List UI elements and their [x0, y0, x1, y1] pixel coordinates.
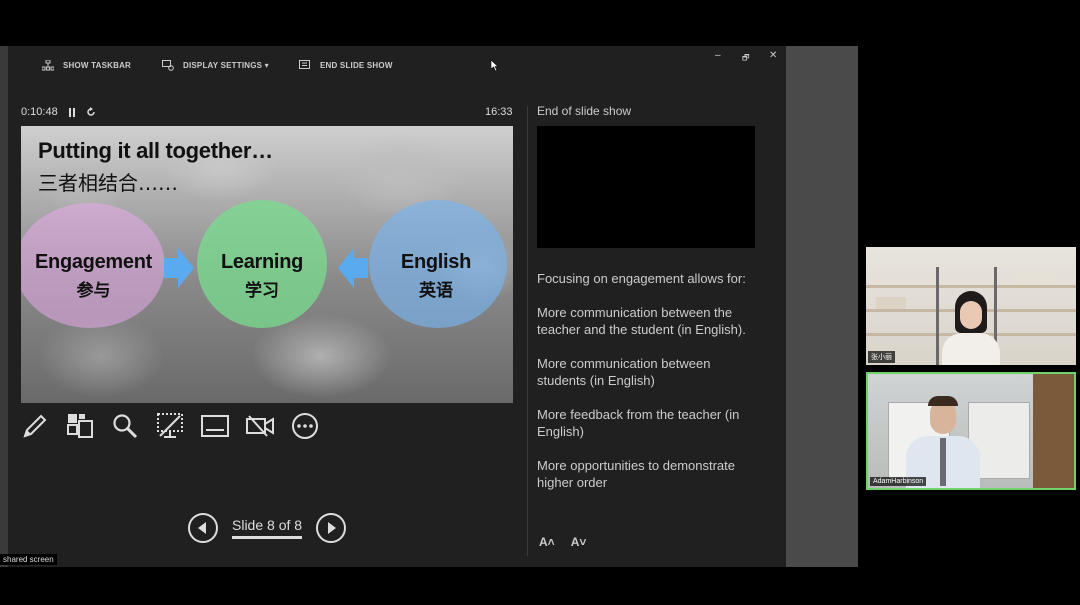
wooden-door — [1033, 374, 1074, 488]
person-body — [942, 333, 1000, 365]
more-options-icon — [292, 413, 318, 439]
english-label-zh: 英语 — [419, 281, 453, 301]
person-face — [960, 301, 982, 329]
note-line: More communication between students (in … — [537, 356, 711, 388]
end-slide-show-icon — [299, 60, 310, 69]
note-line: More opportunities to demonstrate higher… — [537, 458, 735, 490]
elapsed-time: 0:10:48 — [21, 106, 58, 118]
previous-slide-button[interactable] — [188, 513, 218, 543]
slide-title: Putting it all together… — [38, 138, 273, 163]
participant-video-2[interactable]: AdamHarbinson — [866, 372, 1076, 490]
end-slide-show-button[interactable]: END SLIDE SHOW — [299, 60, 393, 71]
increase-font-button[interactable]: A˄ — [539, 535, 555, 549]
presenter-tools — [21, 412, 319, 440]
person-hair — [928, 396, 958, 406]
bookshelf — [866, 285, 1076, 288]
shared-screen-area: SHOW TASKBAR DISPLAY SETTINGS ▾ END SLID… — [0, 46, 858, 567]
display-settings-icon — [162, 60, 174, 71]
left-arrow-icon — [338, 248, 368, 288]
pen-icon — [23, 414, 47, 438]
notes-font-controls: A˄ A˅ — [539, 535, 586, 549]
mouse-cursor-icon — [491, 60, 499, 71]
next-slide-preview[interactable] — [537, 126, 755, 248]
speaker-notes[interactable]: Focusing on engagement allows for: More … — [537, 270, 752, 508]
camera-off-icon — [246, 415, 274, 437]
see-all-slides-button[interactable] — [66, 412, 94, 440]
minimize-button[interactable]: – — [715, 50, 721, 61]
learning-label: Learning 学习 — [207, 251, 317, 301]
current-time: 16:33 — [485, 106, 513, 118]
slides-grid-icon — [67, 414, 93, 438]
pause-icon[interactable] — [68, 107, 76, 117]
next-slide-button[interactable] — [316, 513, 347, 543]
show-taskbar-button[interactable]: SHOW TASKBAR — [42, 60, 131, 71]
right-arrow-icon — [164, 248, 194, 288]
zoom-button[interactable] — [111, 412, 139, 440]
next-arrow-icon — [328, 522, 337, 534]
panel-divider[interactable] — [527, 106, 528, 556]
subtitles-icon — [201, 415, 229, 437]
next-slide-label: End of slide show — [537, 104, 632, 118]
person-tie — [940, 438, 946, 486]
magnifier-icon — [113, 414, 138, 439]
black-screen-icon — [157, 413, 183, 438]
shared-screen-label: shared screen — [0, 554, 57, 565]
engagement-label: Engagement 参与 — [31, 251, 156, 301]
elapsed-timer: 0:10:48 — [21, 106, 96, 118]
participant-name: AdamHarbinson — [870, 477, 927, 486]
end-slide-show-label: END SLIDE SHOW — [320, 61, 393, 70]
pen-tool-button[interactable] — [21, 412, 49, 440]
engagement-label-en: Engagement — [34, 251, 153, 273]
desktop-background — [786, 46, 858, 567]
english-label: English 英语 — [381, 251, 491, 301]
presenter-toolbar: SHOW TASKBAR DISPLAY SETTINGS ▾ END SLID… — [8, 46, 786, 86]
more-options-button[interactable] — [291, 412, 319, 440]
taskbar-icon — [42, 60, 54, 71]
learning-label-en: Learning — [220, 251, 304, 273]
current-slide[interactable]: Putting it all together… 三者相结合…… Engagem… — [21, 126, 513, 403]
black-screen-button[interactable] — [156, 412, 184, 440]
slide-subtitle: 三者相结合…… — [38, 171, 178, 195]
previous-arrow-icon — [198, 522, 206, 534]
engagement-label-zh: 参与 — [76, 281, 111, 301]
books — [1016, 273, 1056, 285]
powerpoint-presenter-view: SHOW TASKBAR DISPLAY SETTINGS ▾ END SLID… — [8, 46, 786, 567]
display-settings-button[interactable]: DISPLAY SETTINGS ▾ — [162, 60, 269, 71]
participant-name: 张小丽 — [868, 351, 895, 363]
restore-button[interactable]: 🗗 — [742, 52, 750, 66]
decrease-font-button[interactable]: A˅ — [571, 535, 587, 549]
slide-navigation: Slide 8 of 8 — [188, 513, 347, 543]
note-line: More communication between the teacher a… — [537, 305, 746, 337]
display-settings-label: DISPLAY SETTINGS ▾ — [183, 61, 269, 70]
note-line: More feedback from the teacher (in Engli… — [537, 407, 740, 439]
subtitles-button[interactable] — [201, 412, 229, 440]
camera-toggle-button[interactable] — [246, 412, 274, 440]
english-label-en: English — [400, 251, 472, 273]
books — [876, 297, 906, 309]
restart-timer-icon[interactable] — [86, 107, 96, 117]
slide-counter[interactable]: Slide 8 of 8 — [232, 517, 303, 539]
note-line: Focusing on engagement allows for: — [537, 271, 746, 286]
learning-label-zh: 学习 — [245, 281, 279, 301]
participant-video-1[interactable]: 张小丽 — [866, 247, 1076, 365]
show-taskbar-label: SHOW TASKBAR — [63, 61, 132, 70]
shelf-pole — [936, 267, 939, 365]
close-button[interactable]: ✕ — [769, 50, 777, 61]
